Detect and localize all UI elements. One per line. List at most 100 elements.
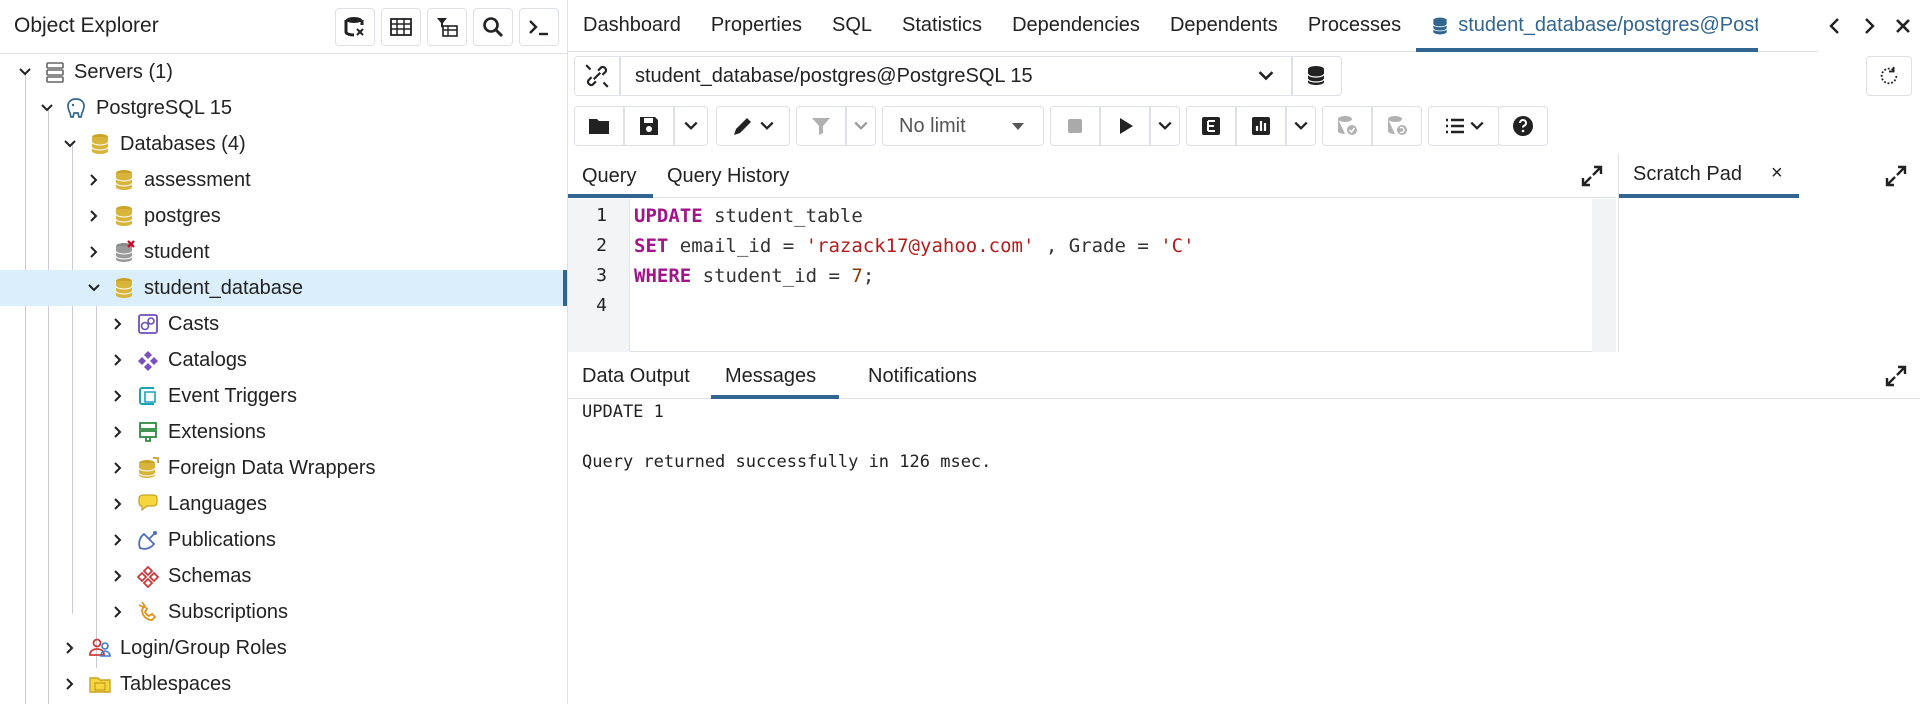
tree-item-event-triggers[interactable]: Event Triggers — [0, 378, 567, 414]
chevron-right-icon[interactable] — [110, 532, 126, 548]
chevron-right-icon[interactable] — [86, 172, 102, 188]
tree-item-assessment[interactable]: assessment — [0, 162, 567, 198]
tree-item-catalogs[interactable]: Catalogs — [0, 342, 567, 378]
rollback-button[interactable] — [1372, 106, 1422, 146]
commit-button[interactable] — [1322, 106, 1372, 146]
new-connection-button[interactable] — [1292, 56, 1342, 96]
tab-query[interactable]: Query — [568, 154, 653, 198]
connection-bar: student_database/postgres@PostgreSQL 15 — [568, 54, 1920, 98]
tree-item-languages[interactable]: Languages — [0, 486, 567, 522]
tab-notifications[interactable]: Notifications — [854, 353, 991, 399]
database-icon — [111, 203, 137, 229]
database-plus-icon — [1307, 66, 1325, 85]
sql-editor[interactable]: 1 2 3 4 UPDATE student_table SET email_i… — [568, 199, 1616, 352]
execute-button[interactable] — [1100, 106, 1150, 146]
tree-item-publications[interactable]: Publications — [0, 522, 567, 558]
tab-properties[interactable]: Properties — [696, 0, 817, 52]
chevron-down-icon[interactable] — [62, 136, 78, 152]
tab-query-tool[interactable]: student_database/postgres@PostgreSQL 15 — [1416, 0, 1759, 52]
chevron-right-icon[interactable] — [110, 352, 126, 368]
save-file-button[interactable] — [624, 106, 674, 146]
chevron-right-icon[interactable] — [110, 604, 126, 620]
chevron-down-icon[interactable] — [86, 280, 102, 296]
view-data-button[interactable] — [381, 8, 421, 46]
tablespaces-icon — [87, 671, 113, 697]
chevron-right-icon[interactable] — [110, 388, 126, 404]
tree-item-postgresql-15[interactable]: PostgreSQL 15 — [0, 90, 567, 126]
code-content[interactable]: UPDATE student_table SET email_id = 'raz… — [634, 199, 1195, 309]
chevron-right-icon[interactable] — [62, 676, 78, 692]
stop-icon — [1068, 119, 1082, 133]
chevron-right-icon[interactable] — [110, 496, 126, 512]
maximize-scratch-pad-button[interactable] — [1882, 162, 1910, 190]
save-options-dropdown[interactable] — [674, 106, 708, 146]
tree-item-student[interactable]: student — [0, 234, 567, 270]
close-icon[interactable]: × — [1771, 162, 1783, 185]
event-triggers-icon — [135, 383, 161, 409]
execute-options-dropdown[interactable] — [1150, 106, 1180, 146]
help-button[interactable] — [1498, 106, 1548, 146]
tree-item-servers[interactable]: Servers (1) — [0, 54, 567, 90]
tree-item-extensions[interactable]: Extensions — [0, 414, 567, 450]
tree-item-tablespaces[interactable]: Tablespaces — [0, 666, 567, 702]
tab-sql[interactable]: SQL — [817, 0, 887, 52]
tab-dependents[interactable]: Dependents — [1155, 0, 1293, 52]
tab-query-history[interactable]: Query History — [653, 154, 803, 198]
chevron-right-icon[interactable] — [110, 460, 126, 476]
row-limit-select[interactable]: No limit — [882, 106, 1044, 146]
query-tool-button[interactable] — [335, 8, 375, 46]
open-file-button[interactable] — [574, 106, 624, 146]
tree-item-foreign-data-wrappers[interactable]: Foreign Data Wrappers — [0, 450, 567, 486]
tree-item-subscriptions[interactable]: Subscriptions — [0, 594, 567, 630]
refresh-button[interactable] — [1866, 56, 1912, 96]
tab-processes[interactable]: Processes — [1293, 0, 1416, 52]
close-tab-button[interactable] — [1886, 16, 1920, 36]
chevron-right-icon[interactable] — [110, 568, 126, 584]
database-icon — [111, 275, 137, 301]
maximize-editor-button[interactable] — [1578, 162, 1606, 190]
chevron-right-icon[interactable] — [62, 640, 78, 656]
search-objects-button[interactable] — [473, 8, 513, 46]
tree-item-databases[interactable]: Databases (4) — [0, 126, 567, 162]
edit-menu-button[interactable] — [716, 106, 790, 146]
stop-button[interactable] — [1050, 106, 1100, 146]
explain-button[interactable] — [1186, 106, 1236, 146]
chevron-right-icon[interactable] — [86, 244, 102, 260]
object-explorer-header: Object Explorer — [0, 0, 567, 54]
editor-scrollbar[interactable] — [1592, 199, 1616, 352]
tree-item-casts[interactable]: Casts — [0, 306, 567, 342]
tree-item-schemas[interactable]: Schemas — [0, 558, 567, 594]
filter-button[interactable] — [796, 106, 846, 146]
tab-scroll-right-button[interactable] — [1852, 16, 1886, 36]
chevron-down-icon — [1158, 121, 1172, 130]
tab-statistics[interactable]: Statistics — [887, 0, 997, 52]
chevron-right-icon[interactable] — [86, 208, 102, 224]
tab-data-output[interactable]: Data Output — [568, 353, 704, 399]
tab-dependencies[interactable]: Dependencies — [997, 0, 1155, 52]
psql-tool-button[interactable] — [519, 8, 559, 46]
tab-scroll-left-button[interactable] — [1818, 16, 1852, 36]
tab-dashboard[interactable]: Dashboard — [568, 0, 696, 52]
object-tree: Servers (1) PostgreSQL 15 Databases (4) … — [0, 54, 567, 704]
connection-select[interactable]: student_database/postgres@PostgreSQL 15 — [620, 56, 1292, 96]
explain-options-dropdown[interactable] — [1286, 106, 1316, 146]
code-line: SET email_id = 'razack17@yahoo.com' , Gr… — [634, 231, 1195, 261]
sql-text: ; — [862, 265, 875, 287]
chevron-right-icon[interactable] — [110, 424, 126, 440]
tree-item-login-group-roles[interactable]: Login/Group Roles — [0, 630, 567, 666]
tree-item-student-database[interactable]: student_database — [0, 270, 567, 306]
filter-options-dropdown[interactable] — [846, 106, 876, 146]
catalogs-icon — [135, 347, 161, 373]
tab-messages[interactable]: Messages — [711, 353, 839, 399]
tree-item-label: Catalogs — [168, 348, 247, 371]
maximize-output-button[interactable] — [1882, 362, 1910, 390]
chevron-right-icon[interactable] — [110, 316, 126, 332]
filtered-rows-button[interactable] — [427, 8, 467, 46]
tree-item-postgres[interactable]: postgres — [0, 198, 567, 234]
macros-menu-button[interactable] — [1428, 106, 1500, 146]
message-line: UPDATE 1 — [582, 402, 664, 422]
chevron-down-icon[interactable] — [17, 64, 33, 80]
explain-analyze-button[interactable] — [1236, 106, 1286, 146]
chevron-down-icon[interactable] — [39, 100, 55, 116]
connection-status-button[interactable] — [574, 56, 620, 96]
